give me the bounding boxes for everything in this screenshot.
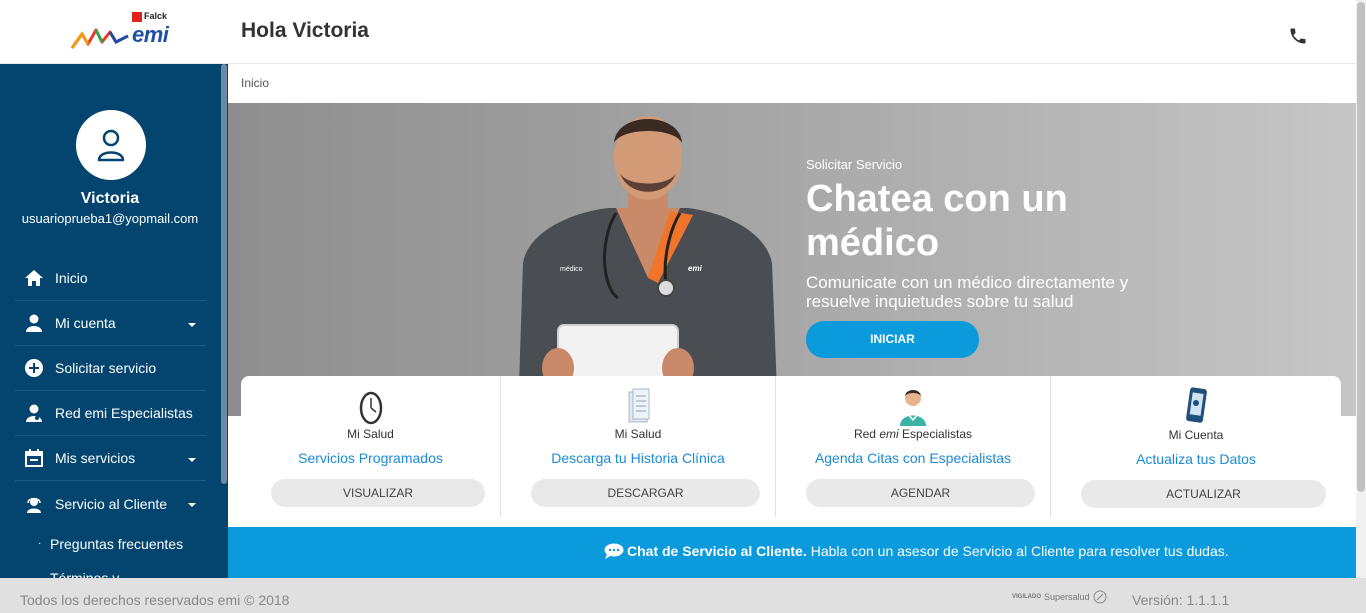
scrubs-label: médico (560, 266, 583, 273)
chevron-down-icon (188, 323, 196, 327)
card-actualiza-datos: Mi Cuenta Actualiza tus Datos ACTUALIZAR (1051, 376, 1341, 517)
card-link[interactable]: Agenda Citas con Especialistas (776, 450, 1050, 466)
chat-banner[interactable]: Chat de Servicio al Cliente. Habla con u… (228, 527, 1356, 578)
hero-subtitle: Solicitar Servicio (806, 157, 903, 172)
doctor-icon (23, 403, 45, 423)
card-category: Mi Salud (347, 427, 394, 441)
footer: Todos los derechos reservados emi © 2018… (0, 578, 1366, 613)
doctor-photo: emi médico (518, 116, 778, 416)
falck-badge-icon (132, 12, 142, 22)
top-header: Falck emi Hola Victoria (0, 0, 1356, 64)
service-cards: Mi Salud Servicios Programados VISUALIZA… (241, 376, 1341, 517)
avatar[interactable] (76, 110, 146, 180)
mobile-icon (1186, 387, 1207, 423)
headset-icon (23, 494, 45, 514)
chevron-down-icon (188, 458, 196, 462)
supersalud-icon (1093, 590, 1107, 604)
chat-title: Chat de Servicio al Cliente. (627, 543, 807, 559)
supersalud-logo: VIGILADO Supersalud (1012, 590, 1107, 604)
user-outline-icon (97, 129, 125, 162)
home-icon (23, 268, 45, 288)
sidebar-subitem-label: Términos y (50, 570, 120, 578)
card-category: Mi Salud (614, 427, 662, 441)
hero-title: Chatea con un médico (806, 178, 1068, 264)
user-email: usuarioprueba1@yopmail.com (21, 211, 199, 226)
card-category: Red emi Especialistas (853, 427, 973, 441)
visualizar-button[interactable]: VISUALIZAR (271, 479, 485, 507)
emi-wave-icon (70, 28, 129, 49)
card-servicios-programados: Mi Salud Servicios Programados VISUALIZA… (241, 376, 501, 517)
chat-text: Habla con un asesor de Servicio al Clien… (810, 543, 1229, 559)
page-scrollbar[interactable] (1356, 0, 1366, 578)
card-category: Mi Cuenta (1168, 428, 1224, 442)
card-agenda-citas: Red emi Especialistas Agenda Citas con E… (776, 376, 1051, 517)
sidebar-item-label: Inicio (55, 270, 88, 286)
sidebar-item-servicio-cliente[interactable]: Servicio al Cliente (15, 481, 206, 526)
card-historia-clinica: Mi Salud Descarga tu Historia Clínica DE… (501, 376, 776, 517)
svg-text:emi: emi (688, 264, 703, 273)
user-icon (23, 313, 45, 333)
sidebar-scrollbar[interactable] (221, 64, 227, 484)
breadcrumb-item[interactable]: Inicio (241, 76, 269, 90)
breadcrumb: Inicio (228, 64, 1356, 103)
iniciar-button[interactable]: INICIAR (806, 321, 979, 358)
document-icon (628, 388, 650, 423)
sidebar-item-inicio[interactable]: Inicio (15, 256, 206, 301)
calendar-icon (23, 448, 45, 468)
sidebar-item-label: Solicitar servicio (55, 360, 157, 376)
sidebar-subitem-preguntas[interactable]: · Preguntas frecuentes (38, 536, 184, 552)
agendar-button[interactable]: AGENDAR (806, 479, 1035, 507)
sidebar-item-label: Mis servicios (55, 450, 136, 466)
scrollbar-thumb[interactable] (1357, 2, 1365, 492)
chevron-down-icon (188, 503, 196, 507)
emi-brand: emi (132, 22, 169, 47)
user-name: Victoria (80, 190, 140, 207)
chat-bubble-icon (604, 543, 624, 559)
sidebar-subitem-label: Preguntas frecuentes (50, 536, 184, 552)
card-link[interactable]: Descarga tu Historia Clínica (501, 450, 775, 466)
falck-label: Falck (144, 11, 168, 21)
sidebar-subitem-terminos[interactable]: Términos y (50, 570, 119, 578)
page-greeting: Hola Victoria (241, 19, 369, 42)
emi-logo[interactable]: Falck emi (70, 10, 170, 54)
sidebar-item-label: Red emi Especialistas (55, 405, 193, 421)
sidebar-item-mis-servicios[interactable]: Mis servicios (15, 436, 206, 481)
phone-icon[interactable] (1288, 26, 1310, 48)
version-label: Versión: 1.1.1.1 (1132, 592, 1230, 608)
actualizar-button[interactable]: ACTUALIZAR (1081, 480, 1326, 508)
sidebar-item-mi-cuenta[interactable]: Mi cuenta (15, 301, 206, 346)
descargar-button[interactable]: DESCARGAR (531, 479, 760, 507)
clock-icon (359, 391, 382, 425)
sidebar-item-label: Servicio al Cliente (55, 495, 168, 512)
nurse-icon (900, 390, 926, 426)
sidebar-menu: Inicio Mi cuenta Solicitar servicio Red … (15, 256, 206, 526)
copyright: Todos los derechos reservados emi © 2018 (20, 592, 290, 608)
sidebar-item-solicitar-servicio[interactable]: Solicitar servicio (15, 346, 206, 391)
plus-circle-icon (23, 358, 45, 378)
card-link[interactable]: Servicios Programados (241, 450, 500, 466)
sidebar-item-label: Mi cuenta (55, 315, 116, 331)
sidebar-item-red-emi[interactable]: Red emi Especialistas (15, 391, 206, 436)
hero-banner: emi médico Solicitar Servicio Chatea con… (228, 103, 1356, 416)
card-link[interactable]: Actualiza tus Datos (1051, 451, 1341, 467)
hero-description: Comunicate con un médico directamente y … (806, 273, 1129, 311)
sidebar: Victoria usuarioprueba1@yopmail.com Inic… (0, 64, 228, 578)
